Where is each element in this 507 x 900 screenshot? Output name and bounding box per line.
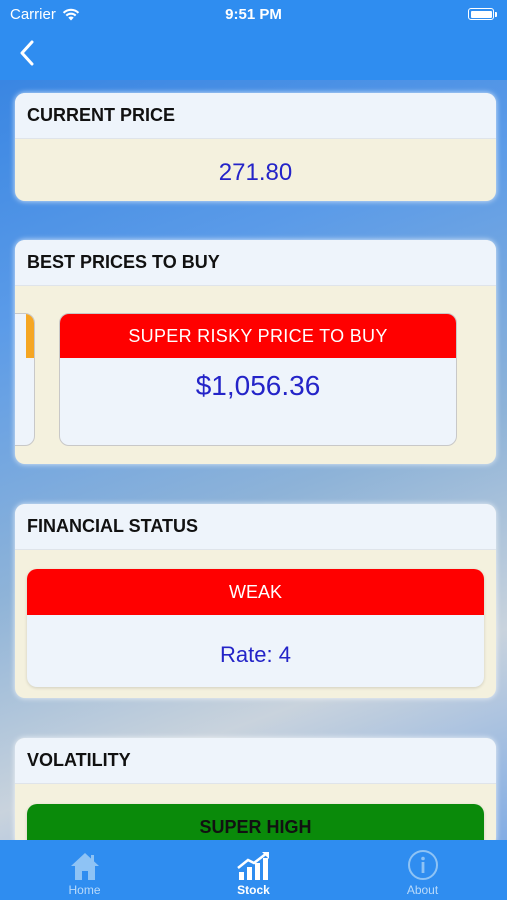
buy-price-title: SUPER RISKY PRICE TO BUY [60, 314, 456, 358]
wifi-icon [62, 8, 80, 20]
carrier-label: Carrier [10, 5, 56, 23]
financial-status-card: FINANCIAL STATUS WEAK Rate: 4 [15, 504, 496, 698]
tab-home-label: Home [68, 883, 101, 897]
back-button[interactable] [12, 38, 42, 68]
current-price-value: 271.80 [218, 159, 293, 186]
nav-bar [0, 28, 507, 80]
battery-cap [495, 11, 497, 17]
tab-about-label: About [406, 883, 439, 897]
best-prices-card: BEST PRICES TO BUY SUPER RISKY PRICE TO … [15, 240, 496, 464]
home-icon [70, 853, 99, 880]
financial-status-header: FINANCIAL STATUS [15, 504, 496, 550]
buy-price-box[interactable]: SUPER RISKY PRICE TO BUY $1,056.36 [59, 313, 457, 446]
volatility-header: VOLATILITY [15, 738, 496, 784]
info-icon [407, 850, 438, 880]
current-price-header: CURRENT PRICE [15, 93, 496, 139]
financial-status-rate: Rate: 4 [220, 642, 291, 667]
battery-icon [468, 8, 494, 20]
tab-home[interactable]: Home [0, 840, 169, 900]
financial-status-box: WEAK Rate: 4 [27, 569, 484, 687]
tab-stock-label: Stock [237, 883, 270, 897]
tab-about[interactable]: About [338, 840, 507, 900]
chart-icon [236, 852, 269, 880]
volatility-card: VOLATILITY SUPER HIGH [15, 738, 496, 848]
financial-status-label: WEAK [27, 569, 484, 615]
buy-price-value: $1,056.36 [195, 370, 321, 401]
tab-stock[interactable]: Stock [169, 840, 338, 900]
best-prices-header: BEST PRICES TO BUY [15, 240, 496, 286]
chevron-left-icon [20, 40, 34, 66]
battery-group [468, 8, 497, 20]
previous-price-box[interactable] [15, 313, 35, 446]
tab-bar: Home Stock About [0, 840, 507, 900]
carrier-group: Carrier [10, 6, 80, 23]
current-price-card: CURRENT PRICE 271.80 [15, 93, 496, 201]
status-bar: Carrier 9:51 PM [0, 0, 507, 28]
